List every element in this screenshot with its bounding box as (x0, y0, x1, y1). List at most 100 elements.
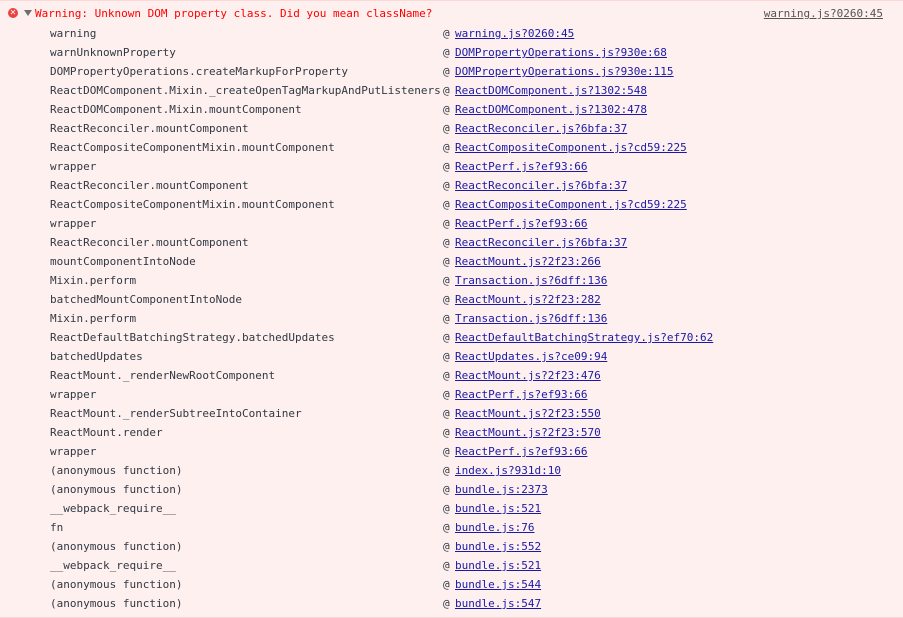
stack-frame-at-sign: @ (443, 84, 450, 97)
stack-frame-source-link[interactable]: ReactDOMComponent.js?1302:548 (455, 82, 647, 99)
stack-frame-function: fn (50, 521, 64, 534)
stack-frame: Mixin.perform @ Transaction.js?6dff:136 (0, 272, 903, 291)
stack-frame: warnUnknownProperty @ DOMPropertyOperation… (0, 44, 903, 63)
stack-frame-function: Mixin.perform (50, 312, 137, 325)
stack-frame: __webpack_require__ @ bundle.js:521 (0, 557, 903, 576)
stack-frame: Mixin.perform @ Transaction.js?6dff:136 (0, 310, 903, 329)
stack-frame-source-link[interactable]: bundle.js:76 (455, 519, 534, 536)
stack-frame-at-sign: @ (443, 597, 450, 610)
stack-frame-function: batchedUpdates (50, 350, 143, 363)
stack-frame-function: wrapper (50, 445, 97, 458)
stack-frame: DOMPropertyOperations.createMarkupForPro… (0, 63, 903, 82)
stack-frame: ReactReconciler.mountComponent @ ReactReco… (0, 177, 903, 196)
stack-frame-source-link[interactable]: ReactMount.js?2f23:550 (455, 405, 601, 422)
stack-frame-at-sign: @ (443, 388, 450, 401)
stack-frame-at-sign: @ (443, 236, 450, 249)
stack-frame-at-sign: @ (443, 65, 450, 78)
stack-frame-source-link[interactable]: bundle.js:552 (455, 538, 541, 555)
message-source-link[interactable]: warning.js?0260:45 (764, 6, 883, 22)
expand-triangle-icon[interactable] (24, 10, 32, 16)
stack-frame: ReactMount._renderSubtreeIntoContainer @ R… (0, 405, 903, 424)
stack-frame-at-sign: @ (443, 293, 450, 306)
stack-frame-source-link[interactable]: ReactCompositeComponent.js?cd59:225 (455, 139, 687, 156)
stack-frame-source-link[interactable]: ReactReconciler.js?6bfa:37 (455, 120, 627, 137)
stack-frame-at-sign: @ (443, 255, 450, 268)
stack-frame: ReactCompositeComponentMixin.mountCompon… (0, 196, 903, 215)
stack-frame-source-link[interactable]: DOMPropertyOperations.js?930e:115 (455, 63, 674, 80)
stack-frame-at-sign: @ (443, 464, 450, 477)
stack-frame: batchedUpdates @ ReactUpdates.js?ce09:94 (0, 348, 903, 367)
stack-frame-source-link[interactable]: DOMPropertyOperations.js?930e:68 (455, 44, 667, 61)
stack-frame-function: Mixin.perform (50, 274, 137, 287)
stack-frame-source-link[interactable]: ReactMount.js?2f23:476 (455, 367, 601, 384)
stack-frame-source-link[interactable]: ReactPerf.js?ef93:66 (455, 443, 587, 460)
stack-frame: (anonymous function) @ index.js?931d:10 (0, 462, 903, 481)
stack-frame-source-link[interactable]: ReactMount.js?2f23:282 (455, 291, 601, 308)
stack-frame-at-sign: @ (443, 122, 450, 135)
stack-frame-function: (anonymous function) (50, 483, 183, 496)
stack-frame-source-link[interactable]: ReactReconciler.js?6bfa:37 (455, 177, 627, 194)
warning-message-text: Warning: Unknown DOM property class. Did… (35, 7, 433, 20)
stack-frame-function: ReactDOMComponent.Mixin._createOpenTagMa… (50, 84, 441, 97)
stack-frame-source-link[interactable]: bundle.js:521 (455, 557, 541, 574)
stack-frame: ReactDOMComponent.Mixin._createOpenTagMa… (0, 82, 903, 101)
stack-frame-source-link[interactable]: ReactPerf.js?ef93:66 (455, 158, 587, 175)
stack-frame-function: wrapper (50, 217, 97, 230)
stack-frame-source-link[interactable]: ReactDOMComponent.js?1302:478 (455, 101, 647, 118)
stack-frame-source-link[interactable]: ReactDefaultBatchingStrategy.js?ef70:62 (455, 329, 713, 346)
stack-frame: mountComponentIntoNode @ ReactMount.js?2f2… (0, 253, 903, 272)
stack-frame-source-link[interactable]: ReactMount.js?2f23:570 (455, 424, 601, 441)
stack-frame-source-link[interactable]: bundle.js:2373 (455, 481, 548, 498)
stack-frame-at-sign: @ (443, 141, 450, 154)
stack-trace: warning @ warning.js?0260:45 warnUnknownPro… (0, 25, 903, 614)
stack-frame-function: ReactMount._renderSubtreeIntoContainer (50, 407, 302, 420)
stack-frame-at-sign: @ (443, 521, 450, 534)
stack-frame: wrapper @ ReactPerf.js?ef93:66 (0, 215, 903, 234)
console-error-message: ✕ Warning: Unknown DOM property class. D… (0, 0, 903, 618)
stack-frame-function: ReactReconciler.mountComponent (50, 179, 249, 192)
stack-frame-source-link[interactable]: warning.js?0260:45 (455, 25, 574, 42)
stack-frame-source-link[interactable]: Transaction.js?6dff:136 (455, 310, 607, 327)
stack-frame-at-sign: @ (443, 198, 450, 211)
stack-frame-source-link[interactable]: ReactPerf.js?ef93:66 (455, 386, 587, 403)
stack-frame: (anonymous function) @ bundle.js:544 (0, 576, 903, 595)
stack-frame-function: ReactCompositeComponentMixin.mountCompon… (50, 198, 335, 211)
stack-frame-at-sign: @ (443, 274, 450, 287)
stack-frame-source-link[interactable]: ReactMount.js?2f23:266 (455, 253, 601, 270)
stack-frame-source-link[interactable]: ReactUpdates.js?ce09:94 (455, 348, 607, 365)
stack-frame: (anonymous function) @ bundle.js:547 (0, 595, 903, 614)
stack-frame-source-link[interactable]: ReactPerf.js?ef93:66 (455, 215, 587, 232)
stack-frame-at-sign: @ (443, 483, 450, 496)
stack-frame-source-link[interactable]: bundle.js:544 (455, 576, 541, 593)
stack-frame-function: ReactCompositeComponentMixin.mountCompon… (50, 141, 335, 154)
stack-frame-source-link[interactable]: Transaction.js?6dff:136 (455, 272, 607, 289)
stack-frame-function: DOMPropertyOperations.createMarkupForPro… (50, 65, 349, 78)
stack-frame: fn @ bundle.js:76 (0, 519, 903, 538)
stack-frame: ReactReconciler.mountComponent @ ReactReco… (0, 120, 903, 139)
stack-frame-at-sign: @ (443, 217, 450, 230)
stack-frame-function: (anonymous function) (50, 540, 183, 553)
stack-frame-function: mountComponentIntoNode (50, 255, 196, 268)
stack-frame-at-sign: @ (443, 369, 450, 382)
stack-frame-function: wrapper (50, 388, 97, 401)
stack-frame-at-sign: @ (443, 331, 450, 344)
stack-frame-function: __webpack_require__ (50, 559, 176, 572)
stack-frame-at-sign: @ (443, 578, 450, 591)
stack-frame-function: __webpack_require__ (50, 502, 176, 515)
stack-frame-at-sign: @ (443, 46, 450, 59)
stack-frame: (anonymous function) @ bundle.js:2373 (0, 481, 903, 500)
stack-frame-source-link[interactable]: bundle.js:547 (455, 595, 541, 612)
stack-frame-at-sign: @ (443, 27, 450, 40)
stack-frame: ReactMount._renderNewRootComponent @ React… (0, 367, 903, 386)
stack-frame: wrapper @ ReactPerf.js?ef93:66 (0, 158, 903, 177)
stack-frame-source-link[interactable]: ReactCompositeComponent.js?cd59:225 (455, 196, 687, 213)
stack-frame-function: (anonymous function) (50, 597, 183, 610)
stack-frame-source-link[interactable]: bundle.js:521 (455, 500, 541, 517)
stack-frame-function: wrapper (50, 160, 97, 173)
stack-frame-function: warnUnknownProperty (50, 46, 176, 59)
stack-frame-source-link[interactable]: index.js?931d:10 (455, 462, 561, 479)
stack-frame-at-sign: @ (443, 540, 450, 553)
stack-frame: ReactDOMComponent.Mixin.mountComponent @ R… (0, 101, 903, 120)
stack-frame-source-link[interactable]: ReactReconciler.js?6bfa:37 (455, 234, 627, 251)
stack-frame-function: batchedMountComponentIntoNode (50, 293, 243, 306)
